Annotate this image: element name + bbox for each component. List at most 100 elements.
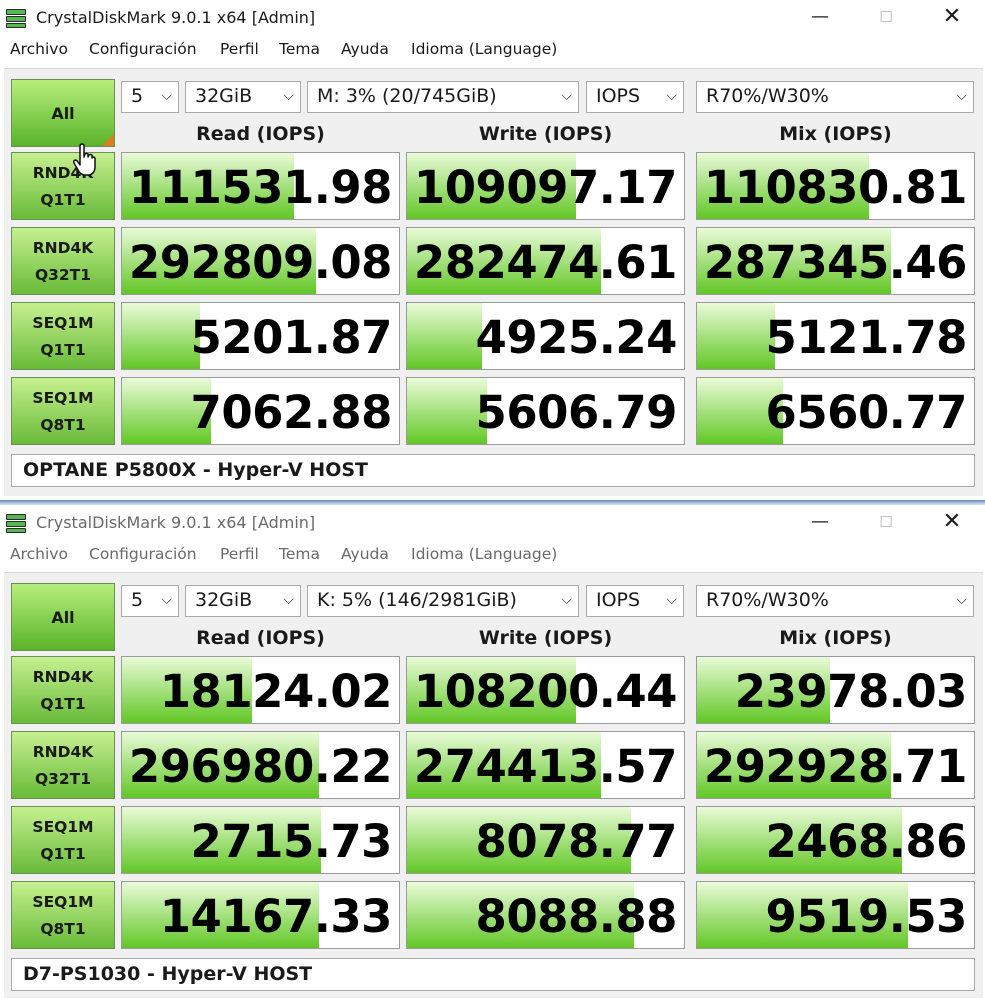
mix-ratio-select[interactable]: R70%/W30% ⌵ — [696, 81, 974, 113]
result-cell-mix: 110830.81 — [696, 152, 975, 220]
unit-value: IOPS — [596, 85, 641, 107]
all-button-label: All — [51, 103, 75, 123]
unit-value: IOPS — [596, 589, 641, 611]
test-label-line2: Q1T1 — [40, 695, 86, 713]
window-title: CrystalDiskMark 9.0.1 x64 [Admin] — [36, 513, 316, 532]
result-cell-mix: 9519.53 — [696, 881, 975, 949]
result-value: 282474.61 — [413, 236, 678, 289]
menu-perfil[interactable]: Perfil — [220, 40, 259, 58]
menu-tema[interactable]: Tema — [279, 545, 320, 563]
test-count-select[interactable]: 5 ⌵ — [121, 81, 179, 113]
test-label-line2: Q32T1 — [34, 770, 92, 788]
maximize-button[interactable]: ☐ — [863, 505, 909, 541]
test-button-seq1m-q8t1[interactable]: SEQ1M Q8T1 — [11, 377, 115, 445]
test-count-value: 5 — [131, 589, 144, 611]
result-value: 6560.77 — [765, 386, 968, 439]
test-label-line1: SEQ1M — [32, 389, 94, 407]
drive-select[interactable]: M: 3% (20/745GiB) ⌵ — [307, 81, 579, 113]
test-size-select[interactable]: 32GiB ⌵ — [185, 81, 301, 113]
test-label-line1: SEQ1M — [32, 893, 94, 911]
benchmark-panel: All 5 ⌵ 32GiB ⌵ M: 3% (20/745GiB) ⌵ IOPS ⌵ R… — [4, 68, 983, 496]
chevron-down-icon: ⌵ — [956, 592, 967, 608]
result-fill-bar — [122, 303, 200, 369]
write-header: Write (IOPS) — [478, 627, 613, 649]
result-cell-mix: 5121.78 — [696, 302, 975, 370]
test-button-seq1m-q1t1[interactable]: SEQ1M Q1T1 — [11, 302, 115, 370]
test-label-line2: Q1T1 — [40, 341, 86, 359]
result-cell-mix: 6560.77 — [696, 377, 975, 445]
result-value: 23978.03 — [734, 665, 968, 718]
test-label-line2: Q1T1 — [40, 191, 86, 209]
menu-bar: Archivo Configuración Perfil Tema Ayuda … — [0, 36, 985, 64]
result-value: 5201.87 — [190, 311, 393, 364]
menu-idioma[interactable]: Idioma (Language) — [411, 545, 557, 563]
comment-field[interactable]: D7-PS1030 - Hyper-V HOST — [11, 958, 975, 991]
test-label-line2: Q1T1 — [40, 845, 86, 863]
result-value: 287345.46 — [703, 236, 968, 289]
title-bar[interactable]: CrystalDiskMark 9.0.1 x64 [Admin] — ☐ ✕ — [0, 0, 985, 36]
menu-tema[interactable]: Tema — [279, 40, 320, 58]
chevron-down-icon: ⌵ — [956, 88, 967, 104]
all-button[interactable]: All — [11, 583, 115, 651]
result-value: 7062.88 — [190, 386, 393, 439]
result-cell-write: 5606.79 — [406, 377, 685, 445]
mix-ratio-select[interactable]: R70%/W30% ⌵ — [696, 585, 974, 617]
test-button-rnd4k-q32t1[interactable]: RND4K Q32T1 — [11, 731, 115, 799]
maximize-button[interactable]: ☐ — [863, 0, 909, 36]
drive-select[interactable]: K: 5% (146/2981GiB) ⌵ — [307, 585, 579, 617]
menu-archivo[interactable]: Archivo — [10, 40, 68, 58]
result-value: 5121.78 — [765, 311, 968, 364]
test-button-seq1m-q8t1[interactable]: SEQ1M Q8T1 — [11, 881, 115, 949]
result-cell-read: 14167.33 — [121, 881, 400, 949]
test-label-line1: SEQ1M — [32, 314, 94, 332]
test-button-seq1m-q1t1[interactable]: SEQ1M Q1T1 — [11, 806, 115, 874]
result-cell-mix: 292928.71 — [696, 731, 975, 799]
title-bar[interactable]: CrystalDiskMark 9.0.1 x64 [Admin] — ☐ ✕ — [0, 505, 985, 541]
result-cell-write: 282474.61 — [406, 227, 685, 295]
test-label-line1: SEQ1M — [32, 818, 94, 836]
result-value: 2715.73 — [190, 815, 393, 868]
menu-configuracion[interactable]: Configuración — [89, 545, 197, 563]
result-value: 292928.71 — [703, 740, 968, 793]
close-button[interactable]: ✕ — [929, 0, 975, 36]
hand-cursor-icon — [72, 143, 96, 176]
minimize-button[interactable]: — — [797, 505, 843, 541]
result-cell-read: 111531.98 — [121, 152, 400, 220]
menu-idioma[interactable]: Idioma (Language) — [411, 40, 557, 58]
result-value: 109097.17 — [413, 161, 678, 214]
menu-archivo[interactable]: Archivo — [10, 545, 68, 563]
menu-ayuda[interactable]: Ayuda — [341, 545, 389, 563]
unit-select[interactable]: IOPS ⌵ — [586, 585, 684, 617]
result-cell-read: 2715.73 — [121, 806, 400, 874]
test-size-value: 32GiB — [195, 589, 253, 611]
unit-select[interactable]: IOPS ⌵ — [586, 81, 684, 113]
result-cell-read: 7062.88 — [121, 377, 400, 445]
close-button[interactable]: ✕ — [929, 505, 975, 541]
menu-perfil[interactable]: Perfil — [220, 545, 259, 563]
test-button-rnd4k-q1t1[interactable]: RND4K Q1T1 — [11, 152, 115, 220]
test-label-line1: RND4K — [32, 164, 94, 182]
benchmark-panel: All 5 ⌵ 32GiB ⌵ K: 5% (146/2981GiB) ⌵ IOPS ⌵… — [4, 572, 983, 998]
result-value: 2468.86 — [765, 815, 968, 868]
result-value: 8078.77 — [475, 815, 678, 868]
minimize-button[interactable]: — — [797, 0, 843, 36]
comment-field[interactable]: OPTANE P5800X - Hyper-V HOST — [11, 454, 975, 487]
all-button[interactable]: All — [11, 79, 115, 147]
menu-ayuda[interactable]: Ayuda — [341, 40, 389, 58]
result-value: 14167.33 — [159, 890, 393, 943]
result-value: 18124.02 — [159, 665, 393, 718]
menu-configuracion[interactable]: Configuración — [89, 40, 197, 58]
mix-header: Mix (IOPS) — [779, 123, 892, 145]
test-count-select[interactable]: 5 ⌵ — [121, 585, 179, 617]
mix-header: Mix (IOPS) — [779, 627, 892, 649]
app-disk-icon — [6, 8, 26, 28]
test-button-rnd4k-q1t1[interactable]: RND4K Q1T1 — [11, 656, 115, 724]
test-button-rnd4k-q32t1[interactable]: RND4K Q32T1 — [11, 227, 115, 295]
test-size-select[interactable]: 32GiB ⌵ — [185, 585, 301, 617]
test-size-value: 32GiB — [195, 85, 253, 107]
result-cell-write: 8088.88 — [406, 881, 685, 949]
result-value: 4925.24 — [475, 311, 678, 364]
result-value: 9519.53 — [765, 890, 968, 943]
test-label-line2: Q32T1 — [34, 266, 92, 284]
result-cell-read: 18124.02 — [121, 656, 400, 724]
